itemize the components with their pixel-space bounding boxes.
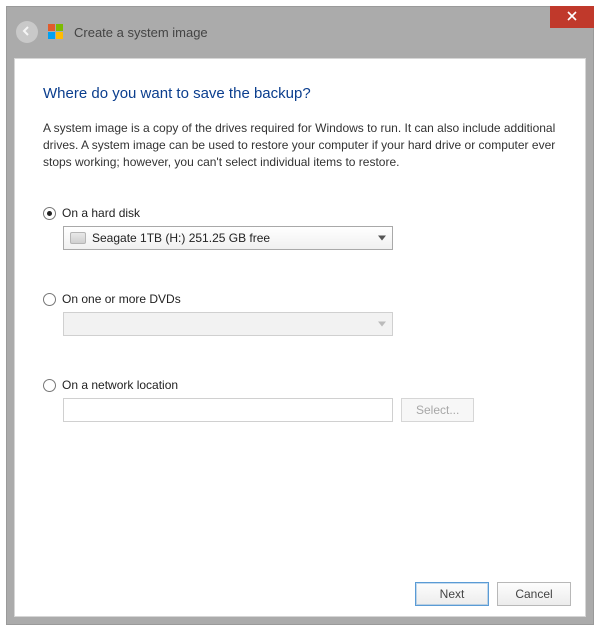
hard-disk-selected-text: Seagate 1TB (H:) 251.25 GB free bbox=[92, 231, 386, 245]
radio-network[interactable] bbox=[43, 379, 56, 392]
page-description: A system image is a copy of the drives r… bbox=[43, 120, 557, 170]
windows-logo-icon bbox=[48, 24, 64, 40]
radio-dvd-label[interactable]: On one or more DVDs bbox=[62, 292, 181, 306]
drive-icon bbox=[70, 232, 86, 244]
next-button[interactable]: Next bbox=[415, 582, 489, 606]
window-title: Create a system image bbox=[74, 25, 208, 40]
close-icon bbox=[567, 10, 577, 24]
option-dvd: On one or more DVDs bbox=[43, 292, 557, 336]
radio-hard-disk-label[interactable]: On a hard disk bbox=[62, 206, 140, 220]
radio-hard-disk[interactable] bbox=[43, 207, 56, 220]
page-heading: Where do you want to save the backup? bbox=[43, 85, 557, 102]
window-frame: Create a system image Where do you want … bbox=[6, 6, 594, 625]
select-network-button: Select... bbox=[401, 398, 474, 422]
chevron-down-icon bbox=[378, 236, 386, 241]
option-hard-disk: On a hard disk Seagate 1TB (H:) 251.25 G… bbox=[43, 206, 557, 250]
back-button[interactable] bbox=[16, 21, 38, 43]
option-network: On a network location Select... bbox=[43, 378, 557, 422]
radio-dvd[interactable] bbox=[43, 293, 56, 306]
hard-disk-dropdown[interactable]: Seagate 1TB (H:) 251.25 GB free bbox=[63, 226, 393, 250]
network-path-input bbox=[63, 398, 393, 422]
wizard-header: Create a system image bbox=[6, 6, 594, 50]
cancel-button[interactable]: Cancel bbox=[497, 582, 571, 606]
radio-network-label[interactable]: On a network location bbox=[62, 378, 178, 392]
wizard-panel: Where do you want to save the backup? A … bbox=[14, 58, 586, 617]
window-close-button[interactable] bbox=[550, 6, 594, 28]
arrow-left-icon bbox=[21, 25, 33, 40]
wizard-footer: Next Cancel bbox=[415, 582, 571, 606]
chevron-down-icon bbox=[378, 322, 386, 327]
dvd-dropdown bbox=[63, 312, 393, 336]
